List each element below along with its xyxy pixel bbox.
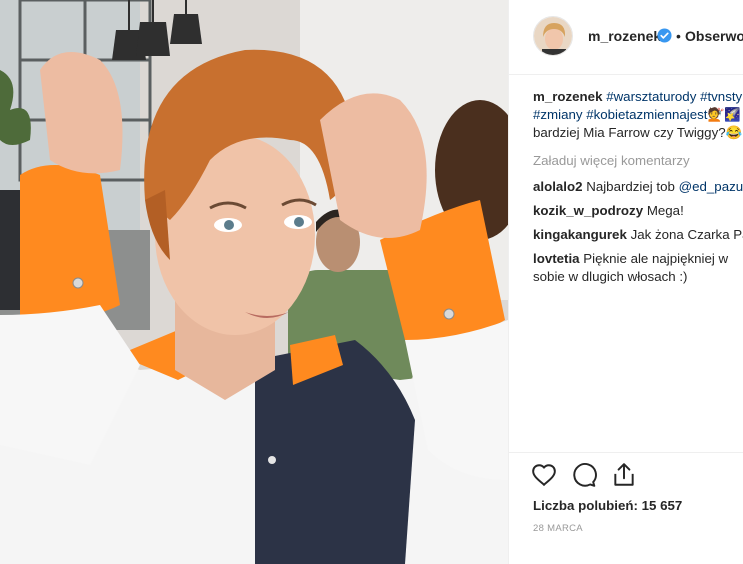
share-icon[interactable] — [611, 462, 637, 488]
comment-text: Mega! — [646, 203, 684, 218]
comment-icon[interactable] — [571, 462, 597, 488]
comment-item: kingakangurek Jak żona Czarka Pazury — [533, 226, 743, 244]
caption-line-1: m_rozenek #warsztaturody #tvnstyle — [533, 88, 743, 106]
post-header: m_rozenek • Obserwowanie — [509, 0, 743, 75]
comment-item: kozik_w_podrozy Mega! — [533, 202, 743, 220]
comment-username[interactable]: lovtetia — [533, 251, 580, 266]
comment-username[interactable]: kingakangurek — [533, 227, 627, 242]
heart-icon[interactable] — [531, 462, 557, 488]
caption-username[interactable]: m_rozenek — [533, 89, 602, 104]
post-side-panel: m_rozenek • Obserwowanie m_rozenek #wars… — [508, 0, 743, 564]
post-date[interactable]: 28 MARCA — [533, 523, 583, 534]
hashtag-link[interactable]: #warsztaturody — [606, 89, 696, 104]
header-separator: • — [676, 28, 681, 44]
likes-count[interactable]: Liczba polubień: 15 657 — [533, 498, 682, 513]
avatar-image — [534, 17, 572, 55]
mention-link[interactable]: @ed_pazura — [679, 179, 743, 194]
load-more-comments-button[interactable]: Załaduj więcej komentarzy — [533, 152, 743, 170]
comments-section: m_rozenek #warsztaturody #tvnstyle #zmia… — [533, 88, 743, 286]
comment-item: alolalo2 Najbardziej tob @ed_pazura — [533, 178, 743, 196]
likes-label: Liczba polubień: — [533, 498, 638, 513]
caption-line-3: bardziej Mia Farrow czy Twiggy?😂 — [533, 125, 743, 140]
caption-line-2: #zmiany #kobietazmiennajest💇🌠 — [533, 106, 743, 124]
photo-illustration — [0, 0, 508, 564]
comment-username[interactable]: kozik_w_podrozy — [533, 203, 643, 218]
caption-emoji: 💇🌠 — [707, 107, 741, 122]
actions-divider — [509, 452, 743, 453]
follow-button[interactable]: Obserwowanie — [685, 28, 743, 44]
hashtag-link[interactable]: #kobietazmiennajest — [586, 107, 707, 122]
post-photo[interactable] — [0, 0, 508, 564]
comment-item: lovtetia Pięknie ale najpiękniej w sobie… — [533, 250, 733, 286]
comment-text: Najbardziej tob — [586, 179, 675, 194]
comment-text: Jak żona Czarka Pazury — [630, 227, 743, 242]
likes-number: 15 657 — [641, 498, 683, 513]
verified-badge-icon — [657, 28, 672, 43]
comment-username[interactable]: alolalo2 — [533, 179, 583, 194]
header-username[interactable]: m_rozenek — [588, 28, 661, 44]
hashtag-link[interactable]: #tvnstyle — [700, 89, 743, 104]
avatar[interactable] — [533, 16, 573, 56]
hashtag-link[interactable]: #zmiany — [533, 107, 583, 122]
